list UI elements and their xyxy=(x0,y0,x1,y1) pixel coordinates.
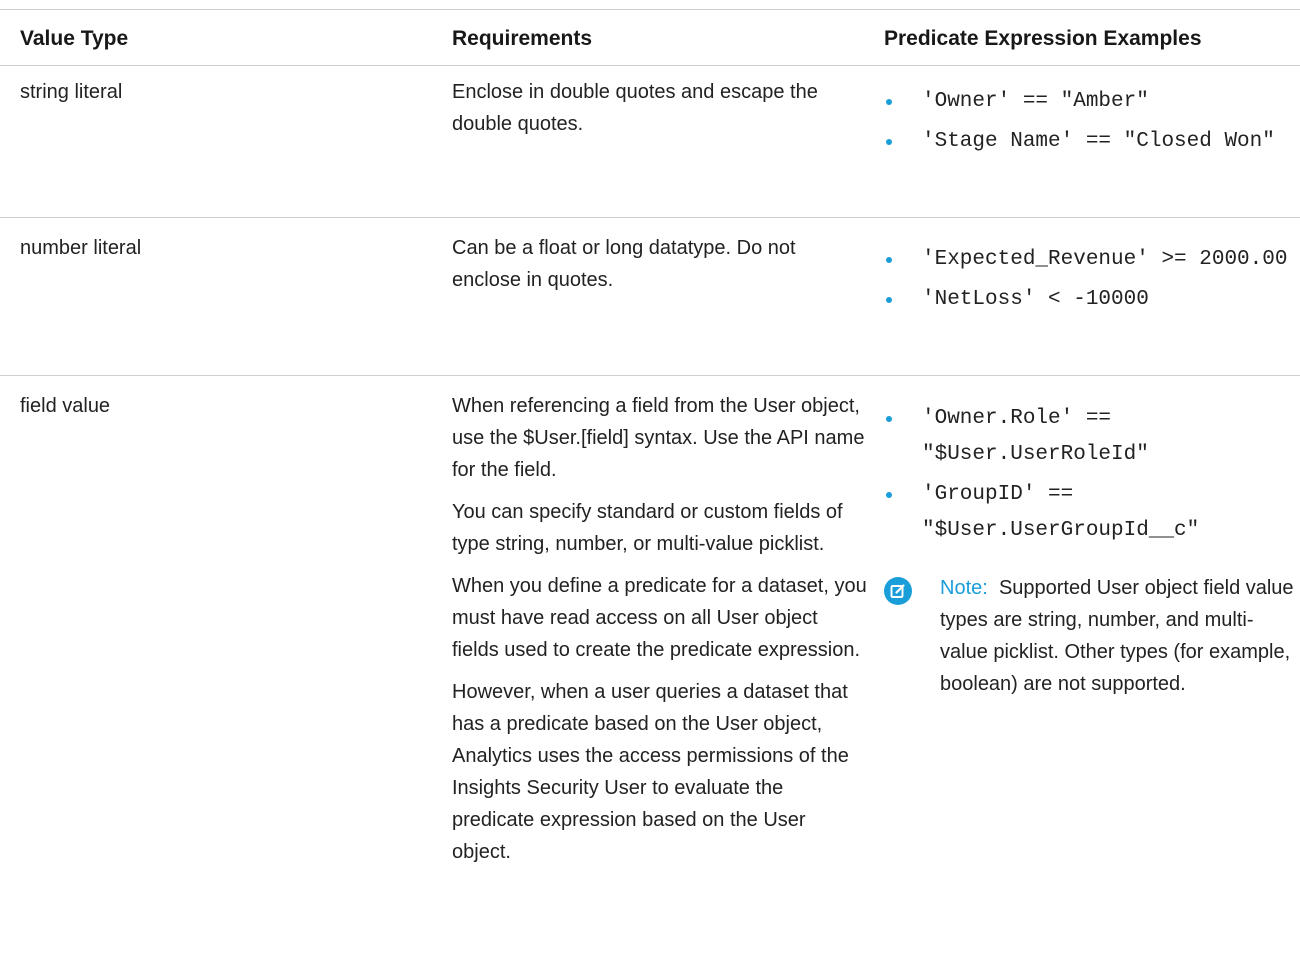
row-field-requirements: When referencing a field from the User o… xyxy=(452,390,868,878)
row-number-requirements: Can be a float or long datatype. Do not … xyxy=(452,232,852,306)
example-item: 'NetLoss' < -10000 xyxy=(884,282,1294,318)
example-code: 'Owner' == "Amber" xyxy=(922,90,1149,113)
row-string-examples: 'Owner' == "Amber" 'Stage Name' == "Clos… xyxy=(884,84,1294,164)
header-requirements: Requirements xyxy=(452,27,593,50)
example-item: 'Owner.Role' == "$User.UserRoleId" xyxy=(884,401,1294,473)
row-number-examples: 'Expected_Revenue' >= 2000.00 'NetLoss' … xyxy=(884,242,1294,322)
row-field-examples: 'Owner.Role' == "$User.UserRoleId" 'Grou… xyxy=(884,401,1294,553)
example-code: 'Owner.Role' == "$User.UserRoleId" xyxy=(922,407,1149,466)
example-code: 'Stage Name' == "Closed Won" xyxy=(922,130,1275,153)
bullet-dot xyxy=(886,492,892,498)
bullet-dot xyxy=(886,257,892,263)
row-divider xyxy=(0,375,1300,376)
row-number-value-type: number literal xyxy=(20,237,142,259)
row-string-requirements: Enclose in double quotes and escape the … xyxy=(452,76,852,150)
note-label: Note: xyxy=(940,577,988,599)
requirement-text: When you define a predicate for a datase… xyxy=(452,575,867,661)
requirement-text: You can specify standard or custom field… xyxy=(452,501,843,555)
header-examples: Predicate Expression Examples xyxy=(884,27,1202,50)
note-text-block: Note: Supported User object field value … xyxy=(940,572,1300,700)
example-code: 'GroupID' == "$User.UserGroupId__c" xyxy=(922,483,1200,542)
requirement-text: When referencing a field from the User o… xyxy=(452,395,865,481)
bullet-dot xyxy=(886,297,892,303)
note-body: Supported User object field value types … xyxy=(940,577,1294,695)
example-item: 'GroupID' == "$User.UserGroupId__c" xyxy=(884,477,1294,549)
bullet-dot xyxy=(886,99,892,105)
table-top-rule xyxy=(0,9,1300,10)
requirement-text: Enclose in double quotes and escape the … xyxy=(452,81,818,135)
requirement-text: However, when a user queries a dataset t… xyxy=(452,681,849,863)
header-divider xyxy=(0,65,1300,66)
example-item: 'Owner' == "Amber" xyxy=(884,84,1294,120)
example-item: 'Expected_Revenue' >= 2000.00 xyxy=(884,242,1294,278)
row-string-value-type: string literal xyxy=(20,81,123,103)
example-code: 'Expected_Revenue' >= 2000.00 xyxy=(922,248,1288,271)
row-divider xyxy=(0,217,1300,218)
row-field-value-type: field value xyxy=(20,395,111,417)
bullet-dot xyxy=(886,416,892,422)
header-value-type: Value Type xyxy=(20,27,129,50)
bullet-dot xyxy=(886,139,892,145)
edit-note-icon xyxy=(884,577,912,605)
example-code: 'NetLoss' < -10000 xyxy=(922,288,1149,311)
note-callout: Note: Supported User object field value … xyxy=(884,572,1300,700)
example-item: 'Stage Name' == "Closed Won" xyxy=(884,124,1294,160)
requirement-text: Can be a float or long datatype. Do not … xyxy=(452,237,796,291)
